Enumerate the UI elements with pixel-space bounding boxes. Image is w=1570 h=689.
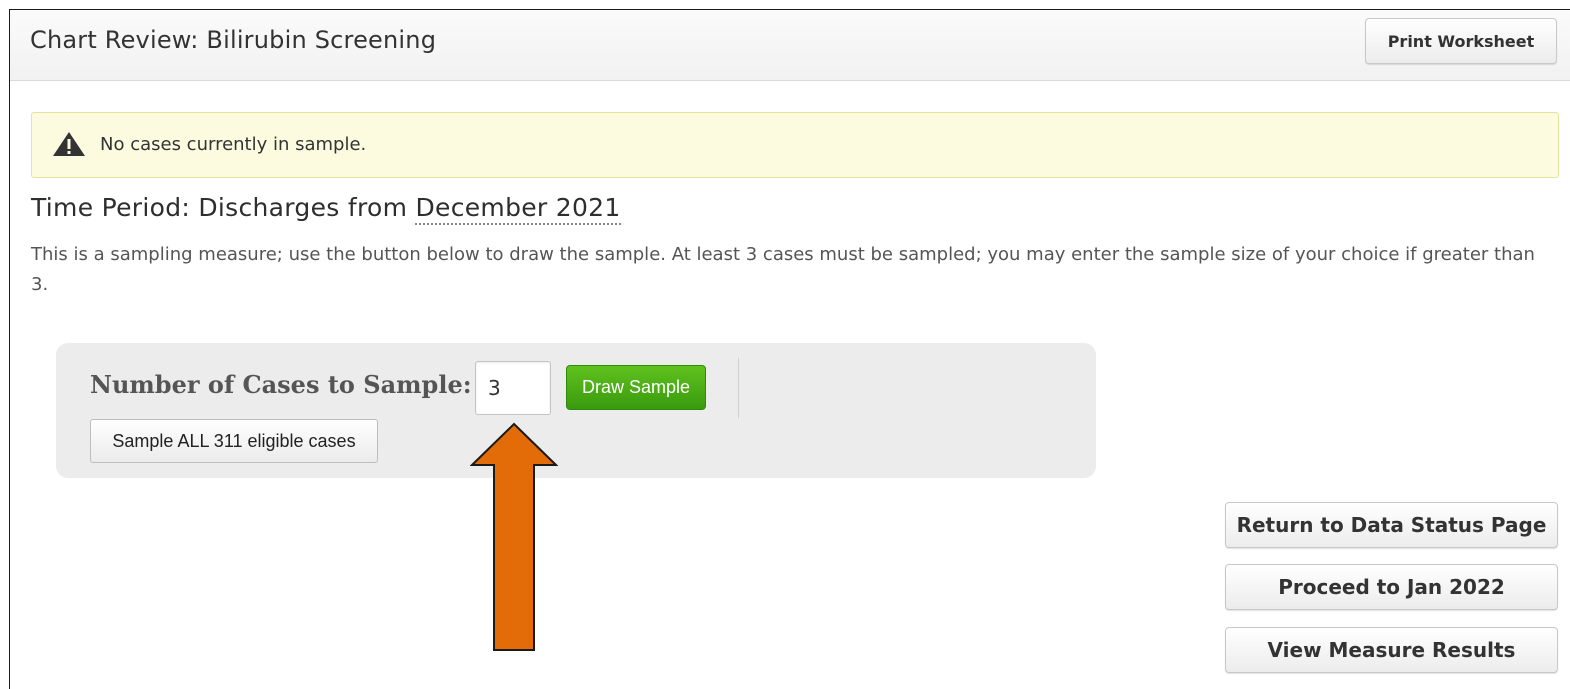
warning-icon [53, 132, 85, 156]
draw-sample-button[interactable]: Draw Sample [566, 365, 706, 410]
page-title: Chart Review: Bilirubin Screening [30, 26, 437, 54]
sample-count-input[interactable] [475, 361, 551, 415]
sample-count-label: Number of Cases to Sample: [90, 370, 472, 399]
print-worksheet-button[interactable]: Print Worksheet [1365, 18, 1557, 64]
return-to-data-status-button[interactable]: Return to Data Status Page [1225, 502, 1558, 548]
up-arrow-icon [470, 422, 558, 651]
view-measure-results-button[interactable]: View Measure Results [1225, 627, 1558, 673]
alert-message: No cases currently in sample. [100, 134, 367, 155]
proceed-next-month-button[interactable]: Proceed to Jan 2022 [1225, 564, 1558, 610]
panel-divider [738, 358, 739, 418]
sample-all-button[interactable]: Sample ALL 311 eligible cases [90, 419, 378, 463]
sampling-description: This is a sampling measure; use the butt… [31, 244, 1535, 295]
time-period-prefix: Time Period: Discharges from [31, 193, 416, 222]
time-period-heading: Time Period: Discharges from December 20… [31, 193, 621, 225]
time-period-month-link[interactable]: December 2021 [415, 193, 621, 225]
alert-box: No cases currently in sample. [31, 112, 1559, 178]
